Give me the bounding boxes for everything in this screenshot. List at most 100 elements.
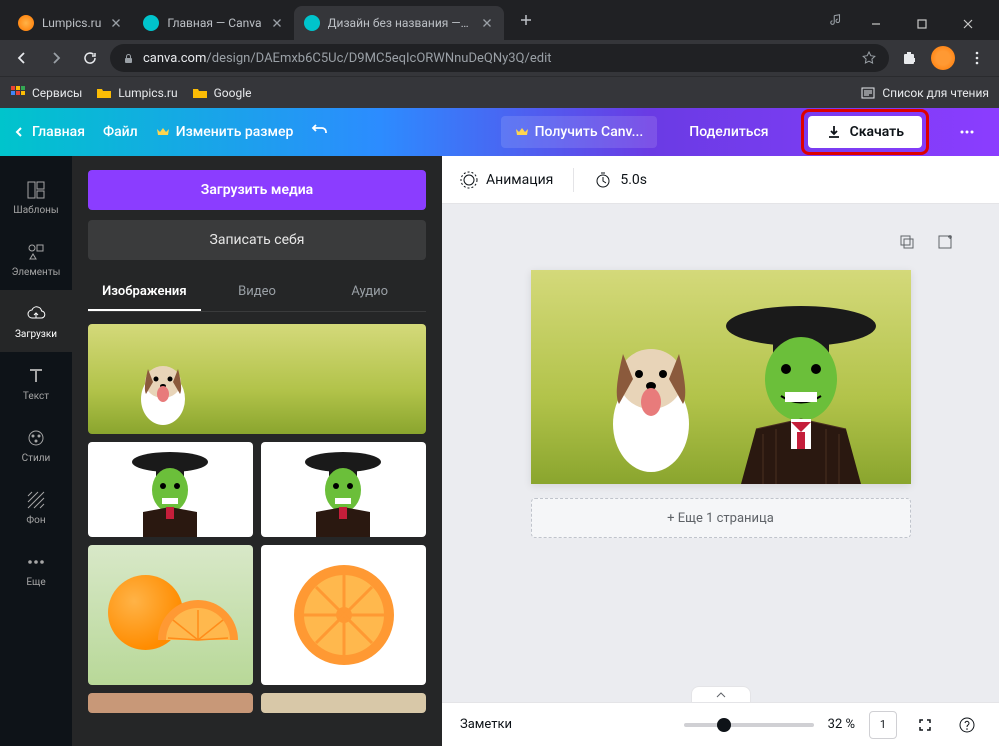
canvas-footer: Заметки 32 % 1: [442, 702, 999, 746]
add-page-label: + Еще 1 страница: [667, 511, 774, 526]
more-icon: [958, 123, 976, 141]
zoom-slider[interactable]: [684, 723, 814, 727]
media-thumb-partial1[interactable]: [88, 693, 253, 713]
more-button[interactable]: [947, 123, 987, 141]
record-yourself-button[interactable]: Записать себя: [88, 220, 426, 260]
home-button[interactable]: Главная: [12, 124, 85, 140]
animation-label: Анимация: [486, 172, 553, 188]
fullscreen-button[interactable]: [911, 711, 939, 739]
rail-label: Загрузки: [15, 329, 57, 340]
bookmark-label: Google: [214, 86, 252, 100]
expand-pages-button[interactable]: [691, 686, 751, 702]
tab-title: Дизайн без названия — 1280: [328, 16, 472, 30]
back-button[interactable]: [8, 44, 36, 72]
canva-toolbar: Главная Файл Изменить размер Получить Ca…: [0, 108, 999, 156]
close-icon[interactable]: [270, 16, 284, 30]
bookmark-apps[interactable]: Сервисы: [10, 85, 82, 101]
upload-label: Загрузить медиа: [201, 182, 313, 198]
bookmarks-bar: Сервисы Lumpics.ru Google Список для чте…: [0, 76, 999, 108]
reload-button[interactable]: [76, 44, 104, 72]
browser-tabs: Lumpics.ru Главная — Canva Дизайн без на…: [8, 0, 819, 40]
undo-button[interactable]: [311, 123, 329, 141]
share-button[interactable]: Поделиться: [675, 116, 782, 148]
close-icon[interactable]: [480, 16, 494, 30]
add-page-button[interactable]: [931, 228, 959, 256]
tab-video[interactable]: Видео: [201, 274, 314, 311]
crown-icon: [515, 125, 529, 139]
canvas-scroll[interactable]: + Еще 1 страница: [442, 204, 999, 702]
profile-avatar[interactable]: [929, 44, 957, 72]
new-tab-button[interactable]: [512, 6, 540, 34]
page-number-button[interactable]: 1: [869, 711, 897, 739]
elements-icon: [25, 241, 47, 263]
media-thumb-mask1[interactable]: [88, 442, 253, 537]
browser-menu-button[interactable]: [963, 44, 991, 72]
url-bar[interactable]: canva.com/design/DAEmxb6C5Uc/D9MC5eqIcOR…: [110, 44, 889, 72]
tab-audio[interactable]: Аудио: [313, 274, 426, 311]
media-thumb-oranges[interactable]: [88, 545, 253, 685]
browser-tab-canva-home[interactable]: Главная — Canva: [133, 6, 293, 40]
browser-tab-lumpics[interactable]: Lumpics.ru: [8, 6, 133, 40]
share-label: Поделиться: [689, 124, 768, 140]
timer-icon: [594, 171, 612, 189]
upload-media-button[interactable]: Загрузить медиа: [88, 170, 426, 210]
browser-tab-canva-design[interactable]: Дизайн без названия — 1280: [294, 6, 504, 40]
maximize-button[interactable]: [899, 8, 945, 40]
reading-list-button[interactable]: Список для чтения: [860, 85, 989, 101]
forward-button[interactable]: [42, 44, 70, 72]
reading-list-label: Список для чтения: [882, 86, 989, 100]
folder-icon: [96, 85, 112, 101]
text-icon: [25, 365, 47, 387]
get-canva-pro-button[interactable]: Получить Canv...: [501, 116, 658, 148]
file-menu[interactable]: Файл: [103, 124, 138, 140]
tab-label: Изображения: [102, 284, 186, 299]
address-bar: canva.com/design/DAEmxb6C5Uc/D9MC5eqIcOR…: [0, 40, 999, 76]
media-thumb-partial2[interactable]: [261, 693, 426, 713]
bookmark-lumpics[interactable]: Lumpics.ru: [96, 85, 177, 101]
background-icon: [25, 489, 47, 511]
rail-label: Стили: [22, 453, 51, 464]
close-window-button[interactable]: [945, 8, 991, 40]
side-rail: Шаблоны Элементы Загрузки Текст Стили Фо…: [0, 156, 72, 746]
url-path: /design/DAEmxb6C5Uc/D9MC5eqIcORWNnuDeQNy…: [206, 51, 551, 66]
page-num: 1: [880, 718, 886, 731]
rail-styles[interactable]: Стили: [0, 414, 72, 476]
help-button[interactable]: [953, 711, 981, 739]
duplicate-icon: [898, 233, 916, 251]
favicon-canva: [143, 15, 159, 31]
duplicate-page-button[interactable]: [893, 228, 921, 256]
media-thumb-dog[interactable]: [88, 324, 426, 434]
close-icon[interactable]: [109, 16, 123, 30]
rail-text[interactable]: Текст: [0, 352, 72, 414]
get-canva-label: Получить Canv...: [535, 124, 644, 140]
star-icon[interactable]: [861, 50, 877, 66]
rail-more[interactable]: Еще: [0, 538, 72, 600]
duration-button[interactable]: 5.0s: [594, 171, 647, 189]
fullscreen-icon: [917, 717, 933, 733]
rail-label: Текст: [23, 391, 49, 402]
resize-button[interactable]: Изменить размер: [156, 124, 294, 140]
rail-background[interactable]: Фон: [0, 476, 72, 538]
animation-button[interactable]: Анимация: [460, 171, 553, 189]
extensions-button[interactable]: [895, 44, 923, 72]
duration-label: 5.0s: [620, 172, 647, 188]
add-page-bar[interactable]: + Еще 1 страница: [531, 498, 911, 538]
media-thumb-mask2[interactable]: [261, 442, 426, 537]
templates-icon: [25, 179, 47, 201]
rail-label: Элементы: [12, 267, 61, 278]
browser-titlebar: Lumpics.ru Главная — Canva Дизайн без на…: [0, 0, 999, 40]
tab-images[interactable]: Изображения: [88, 274, 201, 311]
minimize-button[interactable]: [853, 8, 899, 40]
notes-button[interactable]: Заметки: [460, 717, 512, 732]
rail-uploads[interactable]: Загрузки: [0, 290, 72, 352]
media-thumb-orange-icon[interactable]: [261, 545, 426, 685]
styles-icon: [25, 427, 47, 449]
download-button[interactable]: Скачать: [808, 116, 922, 148]
zoom-value: 32 %: [828, 717, 855, 732]
chevron-left-icon: [12, 125, 26, 139]
rail-elements[interactable]: Элементы: [0, 228, 72, 290]
rail-templates[interactable]: Шаблоны: [0, 166, 72, 228]
canvas-page[interactable]: [531, 270, 911, 484]
bookmark-google[interactable]: Google: [192, 85, 252, 101]
media-icon[interactable]: [829, 13, 843, 27]
